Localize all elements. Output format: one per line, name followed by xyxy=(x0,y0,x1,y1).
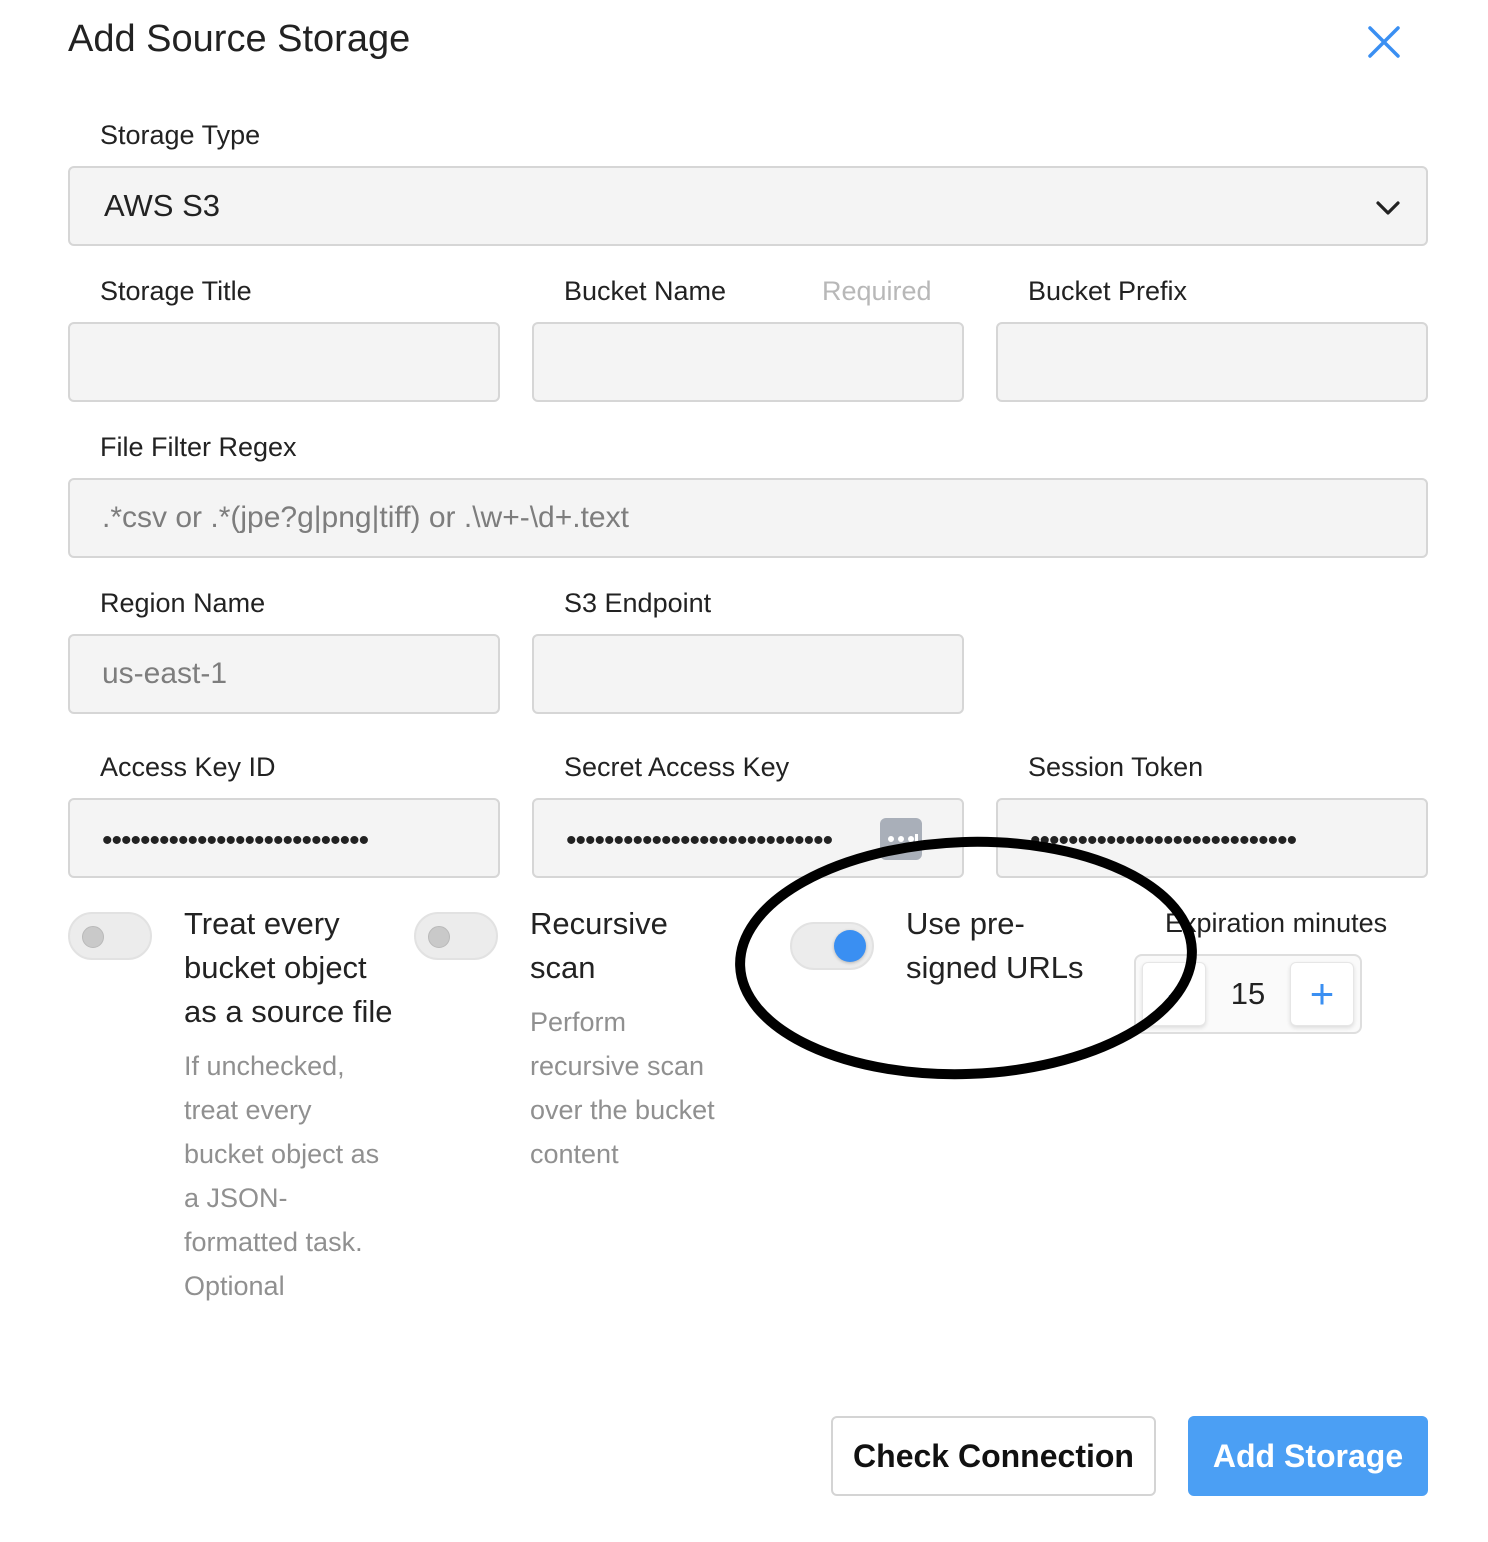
increment-button[interactable]: + xyxy=(1290,962,1354,1026)
bucket-name-label: Bucket Name xyxy=(564,276,727,306)
add-storage-button[interactable]: Add Storage xyxy=(1188,1416,1428,1496)
region-name-input[interactable] xyxy=(70,636,498,712)
region-name-field[interactable] xyxy=(68,634,500,714)
dialog-title: Add Source Storage xyxy=(68,18,411,60)
recursive-scan-title: Recursive scan xyxy=(530,906,668,985)
toggle-knob xyxy=(834,930,866,962)
treat-bucket-title: Treat every bucket object as a source fi… xyxy=(184,906,393,1029)
presigned-urls-option: Use pre-signed URLs xyxy=(906,902,1106,990)
session-token-masked-value: •••••••••••••••••••••••••••• xyxy=(1030,824,1297,857)
region-name-label: Region Name xyxy=(100,588,266,618)
recursive-scan-option: Recursive scan Perform recursive scan ov… xyxy=(530,902,730,1176)
storage-type-select[interactable]: AWS S3 xyxy=(68,166,1428,246)
bucket-name-input[interactable] xyxy=(534,324,962,400)
secret-key-label: Secret Access Key xyxy=(564,752,790,782)
presigned-urls-toggle[interactable] xyxy=(790,922,874,970)
expiration-minutes-label: Expiration minutes xyxy=(1165,908,1388,938)
bucket-name-field[interactable] xyxy=(532,322,964,402)
file-filter-input[interactable] xyxy=(70,480,1426,556)
password-manager-icon[interactable] xyxy=(880,818,922,860)
file-filter-field[interactable] xyxy=(68,478,1428,558)
expiration-minutes-value[interactable]: 15 xyxy=(1206,956,1290,1032)
treat-bucket-description: If unchecked, treat every bucket object … xyxy=(184,1051,380,1301)
toggle-knob xyxy=(428,926,450,948)
decrement-button[interactable]: - xyxy=(1142,962,1206,1026)
bucket-prefix-field[interactable] xyxy=(996,322,1428,402)
access-key-masked-value: •••••••••••••••••••••••••••• xyxy=(102,824,369,857)
secret-key-masked-value: •••••••••••••••••••••••••••• xyxy=(566,824,833,857)
storage-title-label: Storage Title xyxy=(100,276,252,306)
storage-type-value: AWS S3 xyxy=(104,188,220,223)
check-connection-button[interactable]: Check Connection xyxy=(831,1416,1156,1496)
s3-endpoint-field[interactable] xyxy=(532,634,964,714)
storage-title-input[interactable] xyxy=(70,324,498,400)
presigned-urls-title: Use pre-signed URLs xyxy=(906,906,1084,985)
s3-endpoint-label: S3 Endpoint xyxy=(564,588,712,618)
bucket-prefix-label: Bucket Prefix xyxy=(1028,276,1188,306)
s3-endpoint-input[interactable] xyxy=(534,636,962,712)
file-filter-label: File Filter Regex xyxy=(100,432,297,462)
recursive-scan-toggle[interactable] xyxy=(414,912,498,960)
access-key-label: Access Key ID xyxy=(100,752,276,782)
treat-bucket-option: Treat every bucket object as a source fi… xyxy=(184,902,394,1308)
expiration-minutes-stepper[interactable]: - 15 + xyxy=(1134,954,1362,1034)
secret-key-field[interactable]: •••••••••••••••••••••••••••• xyxy=(532,798,964,878)
bucket-prefix-input[interactable] xyxy=(998,324,1426,400)
close-button[interactable] xyxy=(1358,18,1410,70)
access-key-field[interactable]: •••••••••••••••••••••••••••• xyxy=(68,798,500,878)
bucket-name-required-hint: Required xyxy=(822,276,932,306)
session-token-label: Session Token xyxy=(1028,752,1204,782)
chevron-down-icon xyxy=(1376,201,1400,215)
recursive-scan-description: Perform recursive scan over the bucket c… xyxy=(530,1007,715,1169)
storage-title-field[interactable] xyxy=(68,322,500,402)
close-icon xyxy=(1368,26,1400,58)
session-token-field[interactable]: •••••••••••••••••••••••••••• xyxy=(996,798,1428,878)
toggle-knob xyxy=(82,926,104,948)
treat-bucket-toggle[interactable] xyxy=(68,912,152,960)
storage-type-label: Storage Type xyxy=(100,120,261,150)
